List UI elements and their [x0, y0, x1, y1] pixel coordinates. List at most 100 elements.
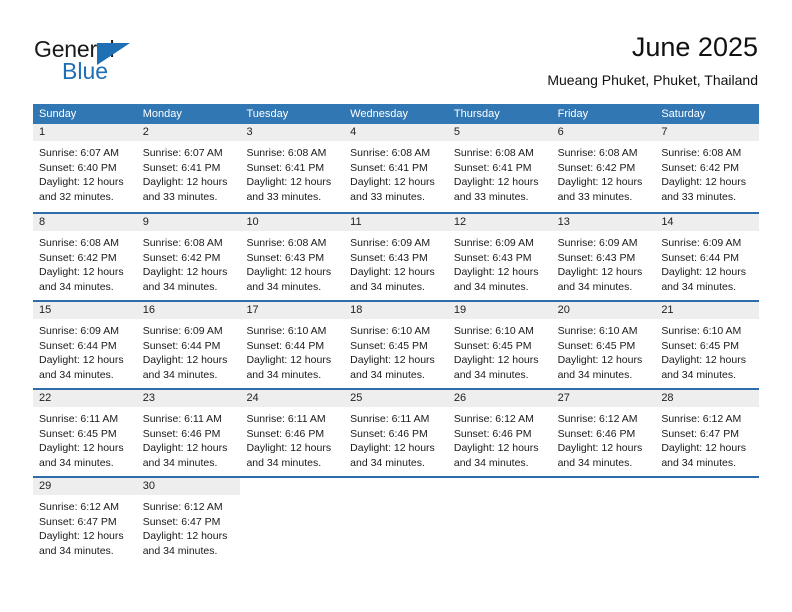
day-number: 24 [240, 390, 345, 407]
daylight-text-line1: Daylight: 12 hours [142, 530, 228, 543]
day-cell-empty [344, 478, 448, 564]
day-details: Sunrise: 6:09 AM Sunset: 6:43 PM Dayligh… [344, 231, 448, 294]
day-details: Sunrise: 6:12 AM Sunset: 6:46 PM Dayligh… [448, 407, 552, 470]
day-cell[interactable]: 28 Sunrise: 6:12 AM Sunset: 6:47 PM Dayl… [655, 390, 760, 476]
day-number: 3 [240, 124, 345, 141]
day-number: 8 [33, 214, 137, 231]
sunrise-text: Sunrise: 6:09 AM [39, 325, 119, 337]
day-number: 30 [136, 478, 241, 495]
day-cell[interactable]: 18 Sunrise: 6:10 AM Sunset: 6:45 PM Dayl… [344, 302, 448, 388]
day-number: 7 [655, 124, 760, 141]
sunset-text: Sunset: 6:43 PM [557, 251, 636, 264]
sunrise-text: Sunrise: 6:09 AM [453, 237, 534, 249]
daylight-text-line2: and 33 minutes. [661, 190, 737, 203]
daylight-text-line1: Daylight: 12 hours [246, 442, 332, 455]
sunrise-text: Sunrise: 6:11 AM [246, 413, 326, 425]
day-cell[interactable]: 6 Sunrise: 6:08 AM Sunset: 6:42 PM Dayli… [551, 124, 656, 212]
day-cell[interactable]: 15 Sunrise: 6:09 AM Sunset: 6:44 PM Dayl… [33, 302, 137, 388]
sunrise-text: Sunrise: 6:11 AM [350, 413, 430, 425]
day-cell[interactable]: 27 Sunrise: 6:12 AM Sunset: 6:46 PM Dayl… [551, 390, 656, 476]
day-number: 28 [655, 390, 760, 407]
day-cell[interactable]: 4 Sunrise: 6:08 AM Sunset: 6:41 PM Dayli… [344, 124, 448, 212]
sunrise-text: Sunrise: 6:10 AM [350, 325, 431, 337]
daylight-text-line2: and 34 minutes. [453, 280, 529, 293]
day-cell[interactable]: 19 Sunrise: 6:10 AM Sunset: 6:45 PM Dayl… [447, 302, 552, 388]
sunrise-text: Sunrise: 6:12 AM [142, 501, 223, 513]
day-number: 26 [447, 390, 552, 407]
sunrise-text: Sunrise: 6:10 AM [557, 325, 638, 337]
week-row: 15 Sunrise: 6:09 AM Sunset: 6:44 PM Dayl… [33, 300, 760, 388]
day-number: 11 [344, 214, 448, 231]
daylight-text-line1: Daylight: 12 hours [350, 266, 435, 279]
daylight-text-line2: and 34 minutes. [661, 280, 737, 293]
sunrise-text: Sunrise: 6:08 AM [142, 237, 223, 249]
daylight-text-line2: and 34 minutes. [661, 368, 737, 381]
day-number: 1 [33, 124, 137, 141]
day-cell[interactable]: 1 Sunrise: 6:07 AM Sunset: 6:40 PM Dayli… [33, 124, 137, 212]
day-details: Sunrise: 6:12 AM Sunset: 6:47 PM Dayligh… [655, 407, 759, 470]
sunset-text: Sunset: 6:40 PM [39, 161, 117, 174]
sunset-text: Sunset: 6:44 PM [142, 339, 221, 352]
generalblue-logo[interactable]: General Blue [34, 36, 214, 88]
day-cell[interactable]: 29 Sunrise: 6:12 AM Sunset: 6:47 PM Dayl… [33, 478, 137, 564]
daylight-text-line1: Daylight: 12 hours [557, 354, 643, 367]
day-cell[interactable]: 7 Sunrise: 6:08 AM Sunset: 6:42 PM Dayli… [655, 124, 760, 212]
day-cell[interactable]: 20 Sunrise: 6:10 AM Sunset: 6:45 PM Dayl… [551, 302, 656, 388]
day-details: Sunrise: 6:08 AM Sunset: 6:41 PM Dayligh… [240, 141, 344, 204]
day-cell[interactable]: 11 Sunrise: 6:09 AM Sunset: 6:43 PM Dayl… [344, 214, 448, 300]
daylight-text-line1: Daylight: 12 hours [350, 442, 435, 455]
sunset-text: Sunset: 6:44 PM [661, 251, 739, 264]
daylight-text-line1: Daylight: 12 hours [350, 354, 435, 367]
day-number [655, 478, 759, 495]
day-cell[interactable]: 13 Sunrise: 6:09 AM Sunset: 6:43 PM Dayl… [551, 214, 656, 300]
day-details: Sunrise: 6:09 AM Sunset: 6:43 PM Dayligh… [552, 231, 656, 294]
day-cell-empty [240, 478, 344, 564]
day-cell[interactable]: 26 Sunrise: 6:12 AM Sunset: 6:46 PM Dayl… [447, 390, 552, 476]
daylight-text-line2: and 34 minutes. [557, 456, 633, 469]
day-cell[interactable]: 22 Sunrise: 6:11 AM Sunset: 6:45 PM Dayl… [33, 390, 137, 476]
sunset-text: Sunset: 6:43 PM [453, 251, 532, 264]
day-cell[interactable]: 10 Sunrise: 6:08 AM Sunset: 6:43 PM Dayl… [240, 214, 345, 300]
sunset-text: Sunset: 6:41 PM [453, 161, 532, 174]
day-number: 17 [240, 302, 345, 319]
day-cell-empty [552, 478, 656, 564]
day-details: Sunrise: 6:09 AM Sunset: 6:44 PM Dayligh… [655, 231, 759, 294]
day-number: 5 [447, 124, 552, 141]
day-cell[interactable]: 12 Sunrise: 6:09 AM Sunset: 6:43 PM Dayl… [447, 214, 552, 300]
day-cell[interactable]: 9 Sunrise: 6:08 AM Sunset: 6:42 PM Dayli… [136, 214, 241, 300]
day-cell[interactable]: 21 Sunrise: 6:10 AM Sunset: 6:45 PM Dayl… [655, 302, 760, 388]
day-details: Sunrise: 6:08 AM Sunset: 6:41 PM Dayligh… [344, 141, 448, 204]
day-cell[interactable]: 24 Sunrise: 6:11 AM Sunset: 6:46 PM Dayl… [240, 390, 345, 476]
sunrise-text: Sunrise: 6:10 AM [661, 325, 742, 337]
daylight-text-line2: and 33 minutes. [142, 190, 218, 203]
day-details: Sunrise: 6:09 AM Sunset: 6:43 PM Dayligh… [448, 231, 552, 294]
day-number [240, 478, 344, 495]
sunrise-text: Sunrise: 6:11 AM [39, 413, 119, 425]
page-title: June 2025 [631, 32, 758, 62]
day-cell[interactable]: 16 Sunrise: 6:09 AM Sunset: 6:44 PM Dayl… [136, 302, 241, 388]
daylight-text-line2: and 34 minutes. [453, 368, 529, 381]
day-number: 16 [136, 302, 241, 319]
day-cell[interactable]: 8 Sunrise: 6:08 AM Sunset: 6:42 PM Dayli… [33, 214, 137, 300]
sunrise-text: Sunrise: 6:12 AM [661, 413, 742, 425]
day-cell[interactable]: 30 Sunrise: 6:12 AM Sunset: 6:47 PM Dayl… [136, 478, 241, 564]
day-cell-empty [655, 478, 759, 564]
daylight-text-line2: and 33 minutes. [350, 190, 425, 203]
day-cell[interactable]: 2 Sunrise: 6:07 AM Sunset: 6:41 PM Dayli… [136, 124, 241, 212]
daylight-text-line2: and 34 minutes. [246, 368, 322, 381]
sunset-text: Sunset: 6:47 PM [39, 515, 117, 528]
day-cell[interactable]: 5 Sunrise: 6:08 AM Sunset: 6:41 PM Dayli… [447, 124, 552, 212]
daylight-text-line2: and 34 minutes. [661, 456, 737, 469]
day-number: 14 [655, 214, 760, 231]
day-cell[interactable]: 25 Sunrise: 6:11 AM Sunset: 6:46 PM Dayl… [344, 390, 448, 476]
day-cell[interactable]: 3 Sunrise: 6:08 AM Sunset: 6:41 PM Dayli… [240, 124, 345, 212]
day-details: Sunrise: 6:08 AM Sunset: 6:43 PM Dayligh… [240, 231, 344, 294]
day-cell[interactable]: 23 Sunrise: 6:11 AM Sunset: 6:46 PM Dayl… [136, 390, 241, 476]
day-cell[interactable]: 17 Sunrise: 6:10 AM Sunset: 6:44 PM Dayl… [240, 302, 345, 388]
daylight-text-line2: and 32 minutes. [39, 190, 114, 203]
weekday-header-saturday: Saturday [661, 108, 706, 120]
day-number: 29 [33, 478, 137, 495]
sunset-text: Sunset: 6:43 PM [246, 251, 325, 264]
day-cell[interactable]: 14 Sunrise: 6:09 AM Sunset: 6:44 PM Dayl… [655, 214, 760, 300]
day-number: 18 [344, 302, 448, 319]
